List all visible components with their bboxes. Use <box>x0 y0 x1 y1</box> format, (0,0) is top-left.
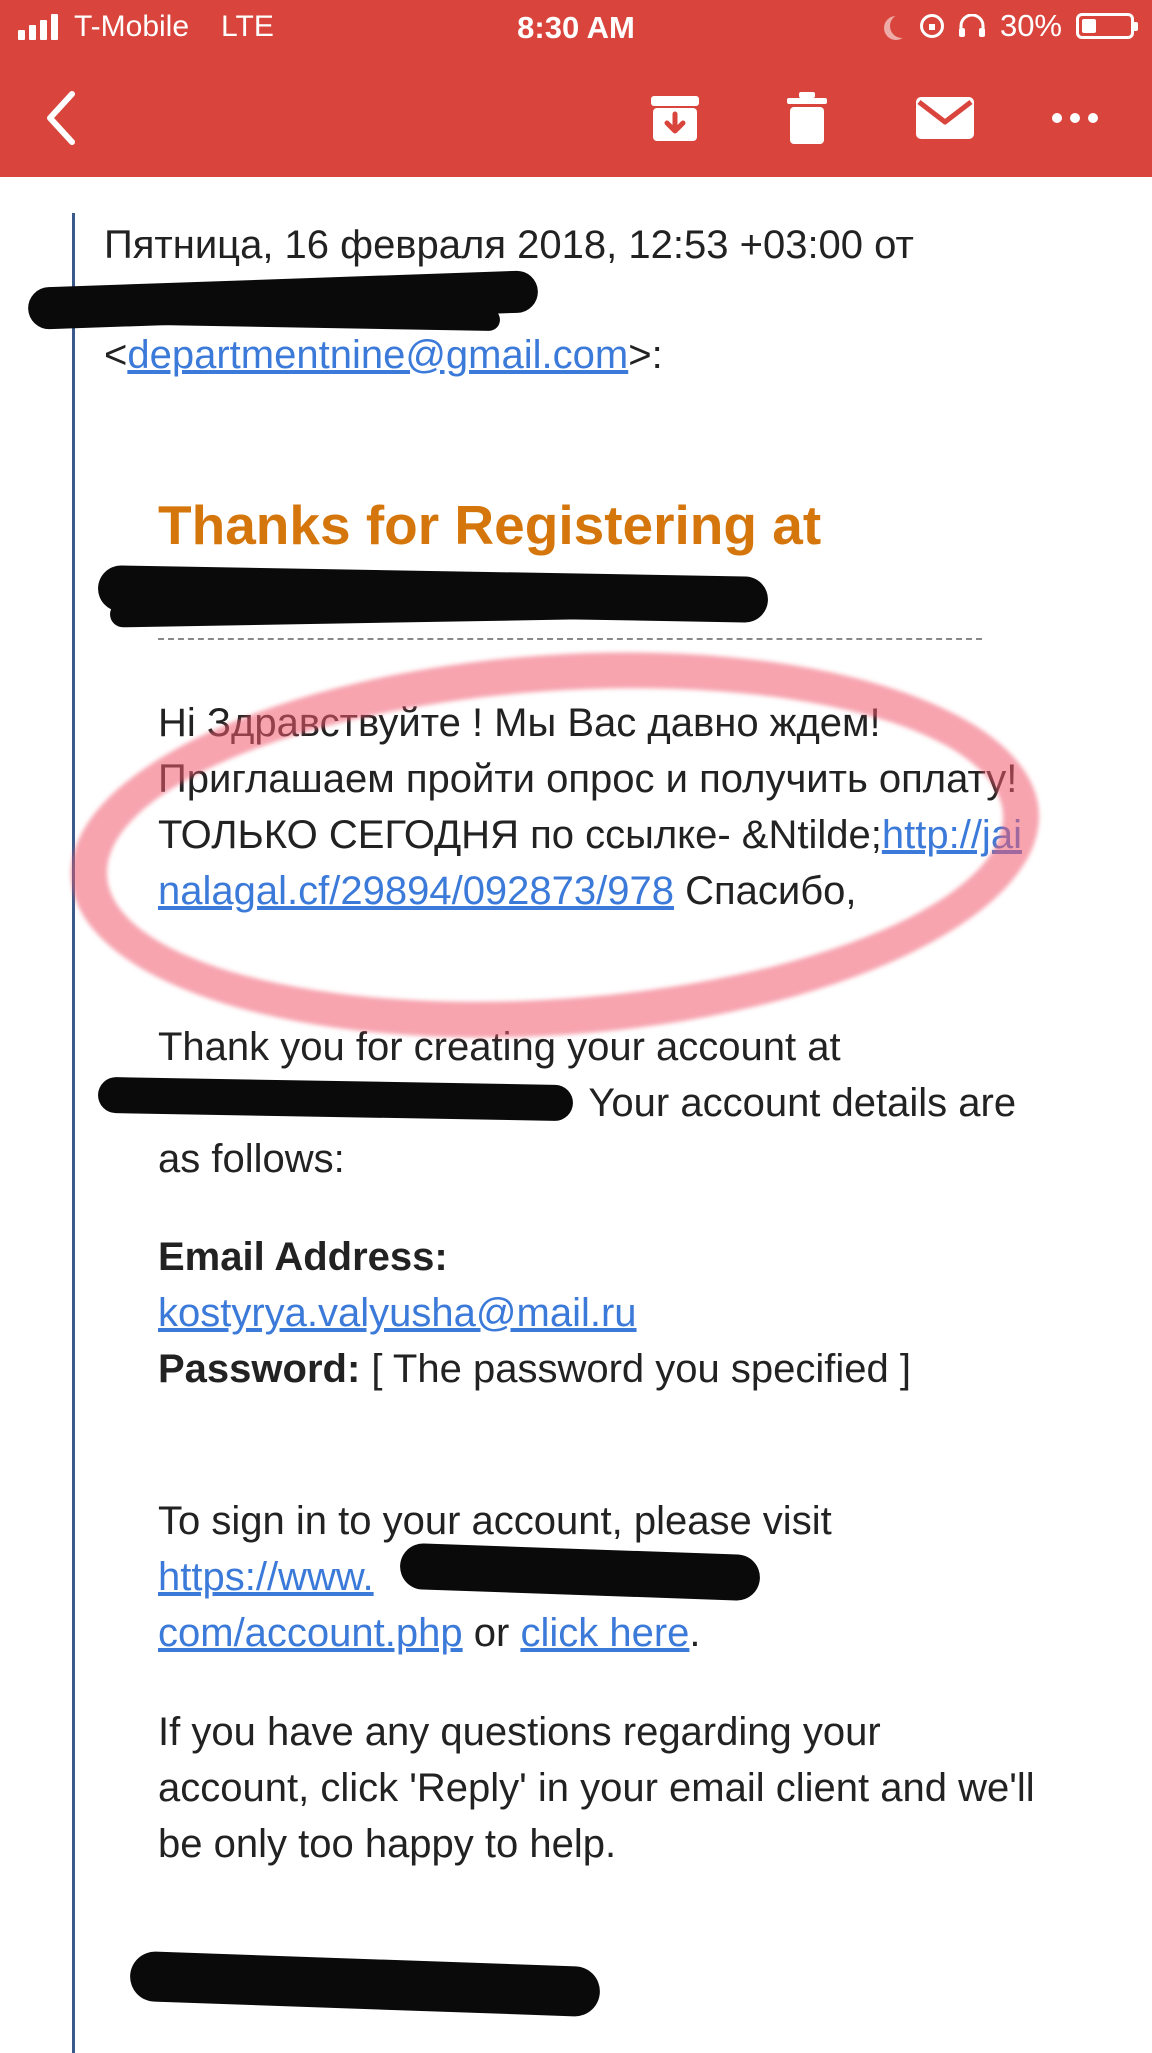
status-right: 30% <box>882 8 1138 44</box>
sender-close-bracket: >: <box>628 333 663 377</box>
signin-or: or <box>462 1611 521 1655</box>
account-email-link[interactable]: kostyrya.valyusha@mail.ru <box>158 1291 637 1335</box>
sender-address-line: <departmentnine@gmail.com>: <box>104 327 663 383</box>
chevron-left-icon <box>47 91 75 145</box>
archive-button[interactable] <box>640 78 710 158</box>
headphones-icon <box>958 14 985 37</box>
click-here-link[interactable]: click here <box>520 1611 689 1655</box>
sender-email-link[interactable]: departmentnine@gmail.com <box>127 333 628 377</box>
archive-icon <box>651 96 699 141</box>
signin-url-link-2[interactable]: com/account.php <box>158 1611 463 1655</box>
battery-percent: 30% <box>999 8 1062 43</box>
envelope-icon <box>916 97 974 139</box>
signature-redaction <box>129 1950 601 2018</box>
status-bar: T-Mobile LTE 8:30 AM 30% <box>0 0 1152 60</box>
password-value: [ The password you specified ] <box>360 1347 911 1391</box>
rotation-lock-icon <box>919 14 944 38</box>
email-app-header: T-Mobile LTE 8:30 AM 30% <box>0 0 1152 177</box>
password-label: Password: <box>158 1347 361 1391</box>
message-date-header: Пятница, 16 февраля 2018, 12:53 +03:00 о… <box>104 223 914 267</box>
phishing-message: Hi Здравствуйте ! Мы Вас давно ждем! При… <box>158 695 1038 919</box>
signin-url-link[interactable]: https://www. <box>158 1555 374 1599</box>
title-divider <box>158 638 982 640</box>
thanks-text: Thank you for creating your account at <box>158 1025 841 1069</box>
battery-level <box>1082 19 1096 33</box>
phishing-suffix: Спасибо, <box>674 869 857 913</box>
questions-paragraph: If you have any questions regarding your… <box>158 1710 1035 1866</box>
more-options-button[interactable] <box>1040 78 1110 158</box>
email-body: Пятница, 16 февраля 2018, 12:53 +03:00 о… <box>0 177 1152 2048</box>
email-title: Thanks for Registering at <box>158 494 822 556</box>
do-not-disturb-icon <box>890 14 914 38</box>
delete-button[interactable] <box>772 78 842 158</box>
trash-icon <box>787 92 827 144</box>
battery-icon <box>1076 13 1138 39</box>
message-toolbar <box>0 78 1152 158</box>
email-address-label: Email Address: <box>158 1235 448 1279</box>
mark-unread-button[interactable] <box>905 78 985 158</box>
account-details: Email Address: kostyrya.valyusha@mail.ru… <box>158 1229 1038 1397</box>
signin-period: . <box>689 1611 701 1655</box>
sender-open-bracket: < <box>104 333 128 377</box>
signin-text: To sign in to your account, please visit <box>158 1499 832 1543</box>
back-button[interactable] <box>30 78 90 158</box>
ellipsis-icon <box>1052 113 1098 123</box>
